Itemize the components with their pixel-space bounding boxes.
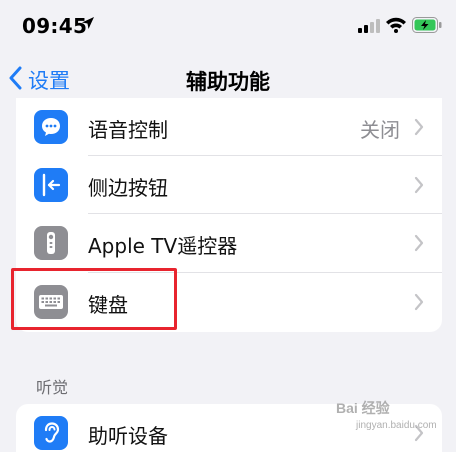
apple-tv-remote-icon: [34, 226, 68, 260]
list-item-apple-tv-remote[interactable]: Apple TV遥控器: [16, 214, 442, 272]
location-arrow-icon: [80, 15, 96, 35]
voice-control-icon: [34, 110, 68, 144]
cellular-signal-icon: [358, 18, 380, 37]
status-time: 09:45: [22, 14, 88, 38]
list-item-label: 助听设备: [88, 424, 168, 448]
list-item-label: Apple TV遥控器: [88, 234, 238, 258]
list-item-side-button[interactable]: 侧边按钮: [16, 156, 442, 214]
list-item-voice-control[interactable]: 语音控制 关闭: [16, 98, 442, 156]
chevron-right-icon: [414, 293, 424, 315]
chevron-right-icon: [414, 118, 424, 140]
list-item-label: 语音控制: [88, 118, 168, 142]
wifi-icon: [385, 16, 407, 37]
battery-charging-icon: [412, 17, 442, 37]
section-header-hearing: 听觉: [36, 378, 69, 397]
chevron-right-icon: [414, 176, 424, 198]
side-button-icon: [34, 168, 68, 202]
list-item-value: 关闭: [360, 118, 400, 142]
list-item-label: 侧边按钮: [88, 176, 168, 200]
keyboard-highlight-box: [11, 268, 177, 330]
watermark-url: jingyan.baidu.com: [356, 420, 437, 431]
watermark: Bai 经验: [336, 400, 390, 416]
page-title: 辅助功能: [186, 70, 270, 94]
status-bar: 09:45: [0, 0, 456, 52]
hearing-devices-icon: [34, 416, 68, 450]
chevron-right-icon: [414, 234, 424, 256]
